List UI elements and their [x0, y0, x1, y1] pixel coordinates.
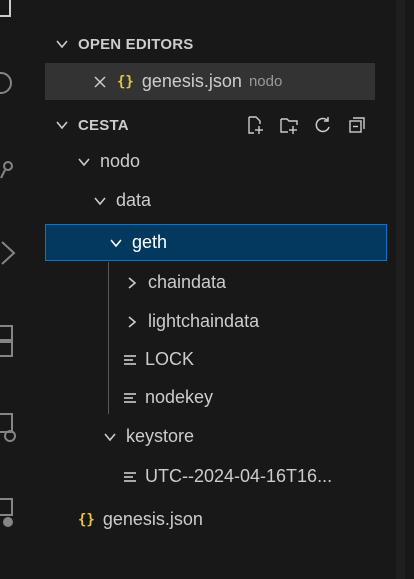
explorer-icon[interactable]	[0, 0, 30, 40]
extensions-icon[interactable]	[0, 322, 30, 362]
json-file-icon: {}	[78, 511, 95, 528]
text-lines-icon	[124, 471, 136, 482]
chevron-right-icon	[128, 315, 137, 328]
chevron-right-icon	[128, 276, 137, 289]
tree-item-chaindata[interactable]: chaindata	[30, 264, 387, 301]
scrollbar-track[interactable]	[396, 0, 405, 579]
chevron-down-icon	[56, 40, 68, 49]
tree-item-nodo[interactable]: nodo	[30, 143, 387, 180]
tree-item-label: lightchaindata	[148, 311, 260, 331]
close-icon[interactable]	[93, 75, 107, 89]
chevron-down-icon	[56, 121, 68, 130]
source-control-icon[interactable]	[0, 152, 30, 192]
open-editor-filename: genesis.json	[141, 71, 242, 91]
remote-explorer-icon[interactable]	[0, 410, 30, 450]
tree-item-utc-file[interactable]: UTC--2024-04-16T16...	[30, 458, 387, 495]
tree-item-nodekey[interactable]: nodekey	[30, 379, 387, 416]
tree-item-genesis-json[interactable]: {} genesis.json	[30, 501, 387, 538]
text-lines-icon	[124, 392, 136, 403]
tree-item-label: nodekey	[145, 387, 214, 407]
tree-item-label: nodo	[100, 151, 141, 171]
text-lines-icon	[124, 354, 136, 365]
tree-item-label: genesis.json	[102, 509, 203, 529]
new-folder-icon[interactable]	[279, 115, 299, 135]
run-debug-icon[interactable]	[0, 238, 30, 278]
chevron-down-icon	[110, 238, 122, 247]
new-file-icon[interactable]	[245, 115, 265, 135]
tree-item-geth[interactable]: geth	[45, 224, 387, 261]
open-editors-title: OPEN EDITORS	[78, 35, 194, 53]
chevron-down-icon	[78, 157, 90, 166]
open-editors-header[interactable]: OPEN EDITORS	[30, 26, 405, 62]
open-editor-item[interactable]: {} genesis.json nodo	[45, 63, 375, 100]
tree-item-label: UTC--2024-04-16T16...	[145, 466, 333, 486]
chevron-down-icon	[94, 196, 106, 205]
workspace-title: CESTA	[78, 116, 129, 134]
chevron-down-icon	[104, 432, 116, 441]
refresh-icon[interactable]	[313, 115, 333, 135]
tree-item-keystore[interactable]: keystore	[30, 418, 387, 455]
workspace-header[interactable]: CESTA	[30, 107, 405, 143]
explorer-panel: OPEN EDITORS {} genesis.json nodo CESTA	[30, 0, 405, 579]
open-editor-folder: nodo	[248, 73, 283, 90]
accounts-settings-icon[interactable]	[0, 495, 30, 535]
search-icon[interactable]	[0, 68, 30, 108]
tree-item-data[interactable]: data	[30, 182, 387, 219]
tree-item-lightchaindata[interactable]: lightchaindata	[30, 303, 387, 340]
tree-item-label: data	[116, 190, 152, 210]
tree-item-lock[interactable]: LOCK	[30, 341, 387, 378]
tree-item-label: LOCK	[145, 349, 195, 369]
tree-item-label: geth	[132, 232, 168, 252]
tree-item-label: keystore	[126, 426, 195, 446]
activity-bar	[0, 0, 30, 579]
json-file-icon: {}	[117, 73, 134, 90]
collapse-all-icon[interactable]	[347, 115, 367, 135]
tree-item-label: chaindata	[148, 272, 227, 292]
